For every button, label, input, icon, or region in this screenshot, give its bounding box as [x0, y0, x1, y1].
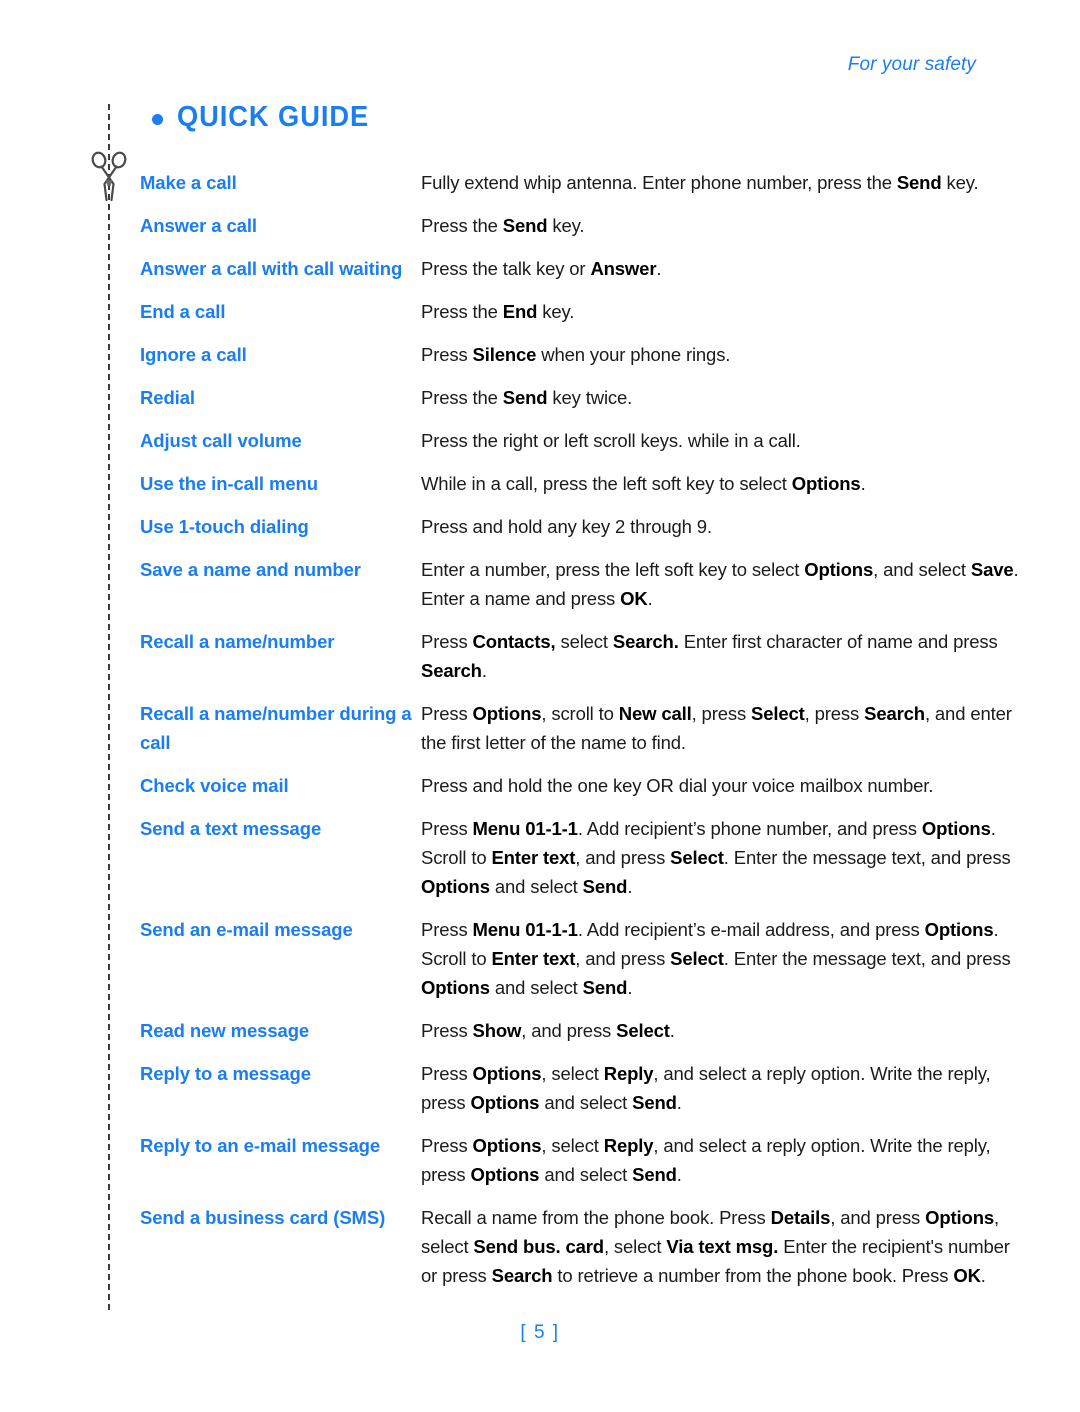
guide-row-steps: Press Menu 01-1-1. Add recipient’s phone…: [421, 818, 1011, 897]
guide-row: Answer a call Press the Send key.: [140, 211, 1020, 240]
guide-row: Make a call Fully extend whip antenna. En…: [140, 168, 1020, 197]
guide-row-action: Use the in-call menu: [140, 473, 318, 494]
page-number: [ 5 ]: [520, 1322, 560, 1343]
dashed-cut-line: [108, 104, 110, 1310]
guide-row-action: Reply to an e-mail message: [140, 1135, 381, 1156]
scissors-icon: [86, 150, 132, 208]
guide-row: Send a text message Press Menu 01-1-1. Ad…: [140, 814, 1020, 901]
guide-row-action: Use 1-touch dialing: [140, 516, 309, 537]
guide-row: Use 1-touch dialing Press and hold any ke…: [140, 512, 1020, 541]
guide-row: End a call Press the End key.: [140, 297, 1020, 326]
guide-row: Save a name and number Enter a number, pr…: [140, 555, 1020, 613]
guide-row-steps: Press Show, and press Select.: [421, 1020, 675, 1041]
guide-row: Redial Press the Send key twice.: [140, 383, 1020, 412]
guide-row: Send an e-mail message Press Menu 01-1-1.…: [140, 915, 1020, 1002]
guide-row-steps: Press and hold the one key OR dial your …: [421, 775, 934, 796]
guide-row-action: Reply to a message: [140, 1063, 311, 1084]
guide-row-action: Save a name and number: [140, 559, 361, 580]
guide-row-steps: Press the Send key twice.: [421, 387, 633, 408]
guide-row-steps: Press Contacts, select Search. Enter fir…: [421, 631, 998, 681]
guide-row-action: Recall a name/number: [140, 631, 335, 652]
guide-row: Use the in-call menu While in a call, pre…: [140, 469, 1020, 498]
document-page: For your safety QUICK GUIDE Make a call F…: [0, 0, 1080, 1412]
guide-row: Recall a name/number during a call Press …: [140, 699, 1020, 757]
guide-row-steps: Press and hold any key 2 through 9.: [421, 516, 712, 537]
guide-row: Check voice mail Press and hold the one k…: [140, 771, 1020, 800]
guide-row-steps: Press the right or left scroll keys. whi…: [421, 430, 801, 451]
page-title: QUICK GUIDE: [152, 101, 381, 134]
guide-row-steps: Fully extend whip antenna. Enter phone n…: [421, 172, 979, 193]
guide-row-action: Answer a call with call waiting: [140, 258, 403, 279]
running-header: For your safety: [847, 54, 976, 75]
guide-row-steps: Press the talk key or Answer.: [421, 258, 662, 279]
guide-row-action: Send a text message: [140, 818, 322, 839]
guide-row: Read new message Press Show, and press Se…: [140, 1016, 1020, 1045]
guide-row-steps: Recall a name from the phone book. Press…: [421, 1207, 1010, 1286]
guide-row-steps: Press Menu 01-1-1. Add recipient’s e-mai…: [421, 919, 1011, 998]
guide-row-action: Redial: [140, 387, 195, 408]
guide-row-action: Read new message: [140, 1020, 310, 1041]
guide-row-steps: Press Options, select Reply, and select …: [421, 1063, 991, 1113]
guide-row-action: Make a call: [140, 172, 237, 193]
guide-row: Send a business card (SMS) Recall a name …: [140, 1203, 1020, 1290]
guide-row-steps: Enter a number, press the left soft key …: [421, 559, 1019, 609]
guide-row: Recall a name/number Press Contacts, sele…: [140, 627, 1020, 685]
quick-guide-table: Make a call Fully extend whip antenna. En…: [140, 168, 1020, 1304]
guide-row-steps: Press Options, scroll to New call, press…: [421, 703, 1012, 753]
bullet-icon: [152, 113, 163, 125]
guide-row: Reply to an e-mail message Press Options,…: [140, 1131, 1020, 1189]
guide-row-action: Answer a call: [140, 215, 257, 236]
guide-row-steps: While in a call, press the left soft key…: [421, 473, 866, 494]
guide-row-action: Recall a name/number during a call: [140, 703, 412, 753]
guide-row-action: Send an e-mail message: [140, 919, 353, 940]
page-title-text: QUICK GUIDE: [177, 101, 370, 133]
guide-row-action: Check voice mail: [140, 775, 289, 796]
guide-row: Ignore a call Press Silence when your pho…: [140, 340, 1020, 369]
guide-row-action: End a call: [140, 301, 226, 322]
guide-row: Reply to a message Press Options, select …: [140, 1059, 1020, 1117]
guide-row: Answer a call with call waiting Press the…: [140, 254, 1020, 283]
guide-row-steps: Press Options, select Reply, and select …: [421, 1135, 991, 1185]
guide-row-action: Send a business card (SMS): [140, 1207, 386, 1228]
guide-row: Adjust call volume Press the right or lef…: [140, 426, 1020, 455]
guide-row-steps: Press the End key.: [421, 301, 575, 322]
guide-row-action: Ignore a call: [140, 344, 247, 365]
guide-row-action: Adjust call volume: [140, 430, 302, 451]
guide-row-steps: Press the Send key.: [421, 215, 585, 236]
guide-row-steps: Press Silence when your phone rings.: [421, 344, 731, 365]
